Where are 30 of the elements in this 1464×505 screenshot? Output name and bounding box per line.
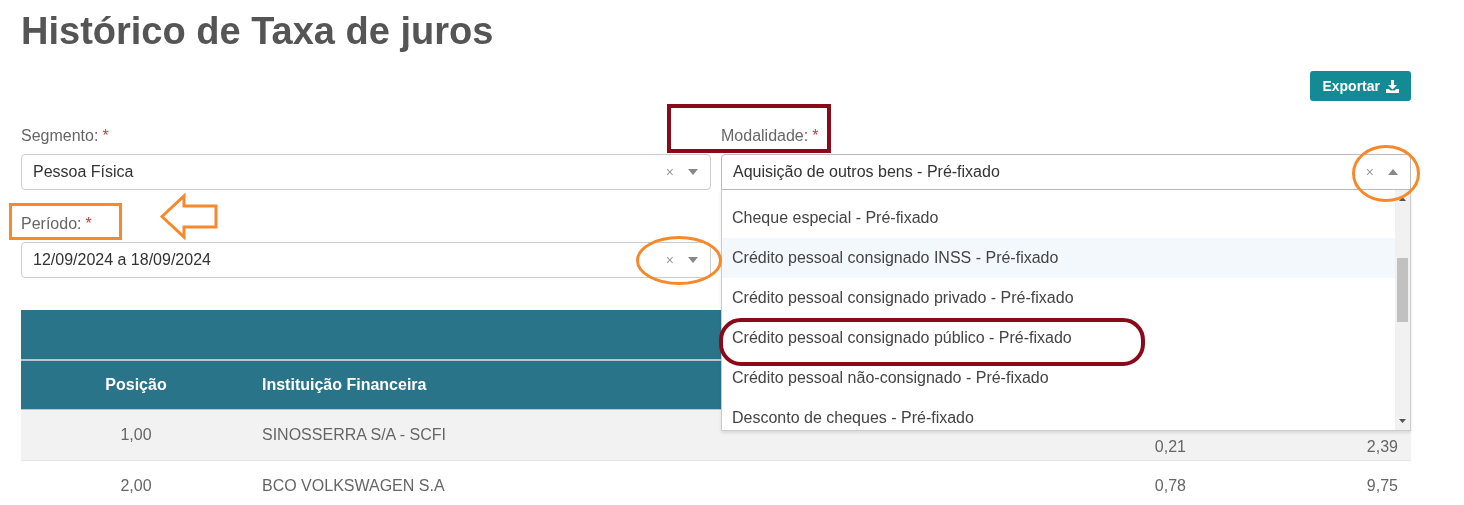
select-field[interactable]: Pessoa Física ×: [21, 154, 711, 190]
table-cell: 0,21: [1154, 438, 1186, 456]
field-label: Modalidade:: [721, 127, 809, 144]
caret-icon[interactable]: [1388, 169, 1398, 175]
page-title: Histórico de Taxa de juros: [21, 9, 495, 54]
caret-icon[interactable]: [688, 257, 698, 263]
table-cell: 9,75: [1366, 477, 1398, 495]
table-cell: 0,78: [1154, 477, 1186, 495]
table-cell: 1,00: [120, 426, 152, 444]
column-header[interactable]: Instituição Financeira: [262, 376, 427, 394]
table-cell: 2,39: [1366, 438, 1398, 456]
select-field[interactable]: Aquisição de outros bens - Pré-fixado ×: [721, 154, 1411, 190]
download-icon: [1386, 79, 1399, 93]
table-cell: 2,00: [120, 477, 152, 495]
required-mark: *: [812, 127, 819, 144]
annotation-ellipse: [1352, 145, 1420, 202]
caret-icon[interactable]: [688, 169, 698, 175]
arrow-icon: [160, 194, 218, 239]
field-label: Período:: [21, 215, 82, 232]
table-cell: SINOSSERRA S/A - SCFI: [262, 426, 447, 444]
dropdown-option[interactable]: Crédito pessoal consignado INSS - Pré-fixado: [722, 238, 1395, 278]
column-header[interactable]: Posição: [105, 376, 167, 394]
required-mark: *: [102, 127, 109, 144]
required-mark: *: [85, 215, 92, 232]
field-label: Segmento:: [21, 127, 99, 144]
export-button[interactable]: Exportar: [1310, 71, 1411, 101]
table-cell: BCO VOLKSWAGEN S.A: [262, 477, 445, 495]
select-field[interactable]: 12/09/2024 a 18/09/2024 ×: [21, 242, 711, 278]
scrollbar[interactable]: [1395, 190, 1410, 430]
dropdown-option[interactable]: Desconto de cheques - Pré-fixado: [722, 398, 1395, 430]
